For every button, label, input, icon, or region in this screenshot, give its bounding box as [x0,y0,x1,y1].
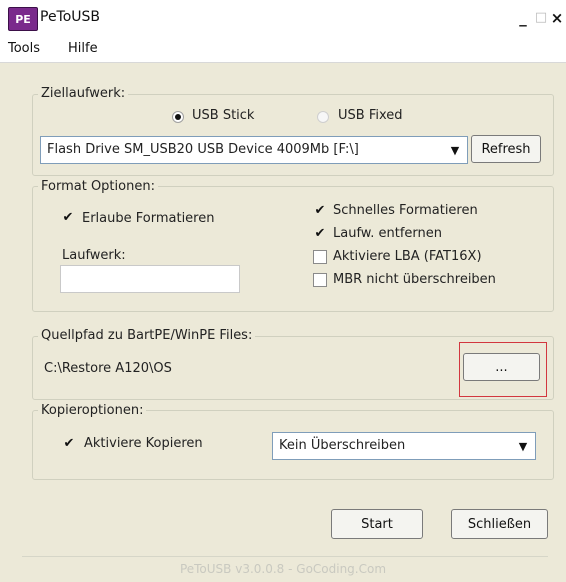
format-options-title: Format Optionen: [38,179,158,194]
chevron-down-icon: ▼ [450,144,460,157]
laufwerk-label: Laufwerk: [62,248,126,263]
window-title: PeToUSB [40,9,101,25]
aktiviere-kopieren-label: Aktiviere Kopieren [84,436,203,451]
source-path-text: C:\Restore A120\OS [44,361,172,376]
refresh-button[interactable]: Refresh [471,135,541,163]
laufwerk-entfernen-checkbox[interactable]: ✔ [313,227,327,241]
version-text: PeToUSB v3.0.0.8 - GoCoding.Com [179,562,387,576]
erlaube-formatieren-label: Erlaube Formatieren [82,211,215,226]
kopieroptionen-title: Kopieroptionen: [38,403,147,418]
schnelles-formatieren-checkbox[interactable]: ✔ [313,204,327,218]
petousb-logo-icon: PE [8,7,38,31]
chevron-down-icon: ▼ [518,440,528,453]
main-window: PE PeToUSB _ □ × Tools Hilfe Ziellaufwer… [0,0,566,582]
drive-select[interactable]: Flash Drive SM_USB20 USB Device 4009Mb [… [40,136,468,164]
schnelles-formatieren-label: Schnelles Formatieren [333,203,478,218]
start-button[interactable]: Start [331,509,423,539]
schliessen-button[interactable]: Schließen [451,509,548,539]
drive-select-value: Flash Drive SM_USB20 USB Device 4009Mb [… [47,142,359,157]
aktiviere-kopieren-checkbox[interactable]: ✔ [62,437,76,451]
laufwerk-input[interactable] [60,265,240,293]
aktiviere-lba-label: Aktiviere LBA (FAT16X) [333,249,482,264]
mbr-checkbox[interactable] [313,273,327,287]
footer-divider [22,556,548,557]
usb-stick-label: USB Stick [192,108,255,123]
copy-mode-value: Kein Überschreiben [279,438,406,453]
aktiviere-lba-checkbox[interactable] [313,250,327,264]
erlaube-formatieren-checkbox[interactable]: ✔ [61,211,75,225]
title-bar: PE PeToUSB _ □ × [0,0,566,36]
ziellaufwerk-title: Ziellaufwerk: [38,86,129,101]
usb-fixed-radio[interactable] [317,111,329,123]
browse-highlight-frame [459,342,547,397]
mbr-label: MBR nicht überschreiben [333,272,496,287]
quellpfad-title: Quellpfad zu BartPE/WinPE Files: [38,328,256,343]
menu-hilfe[interactable]: Hilfe [68,41,98,56]
close-button[interactable]: × [548,9,566,27]
menu-tools[interactable]: Tools [8,41,40,56]
usb-stick-radio[interactable] [172,111,184,123]
laufwerk-entfernen-label: Laufw. entfernen [333,226,443,241]
minimize-button[interactable]: _ [514,9,532,27]
usb-fixed-label: USB Fixed [338,108,403,123]
copy-mode-select[interactable]: Kein Überschreiben ▼ [272,432,536,460]
